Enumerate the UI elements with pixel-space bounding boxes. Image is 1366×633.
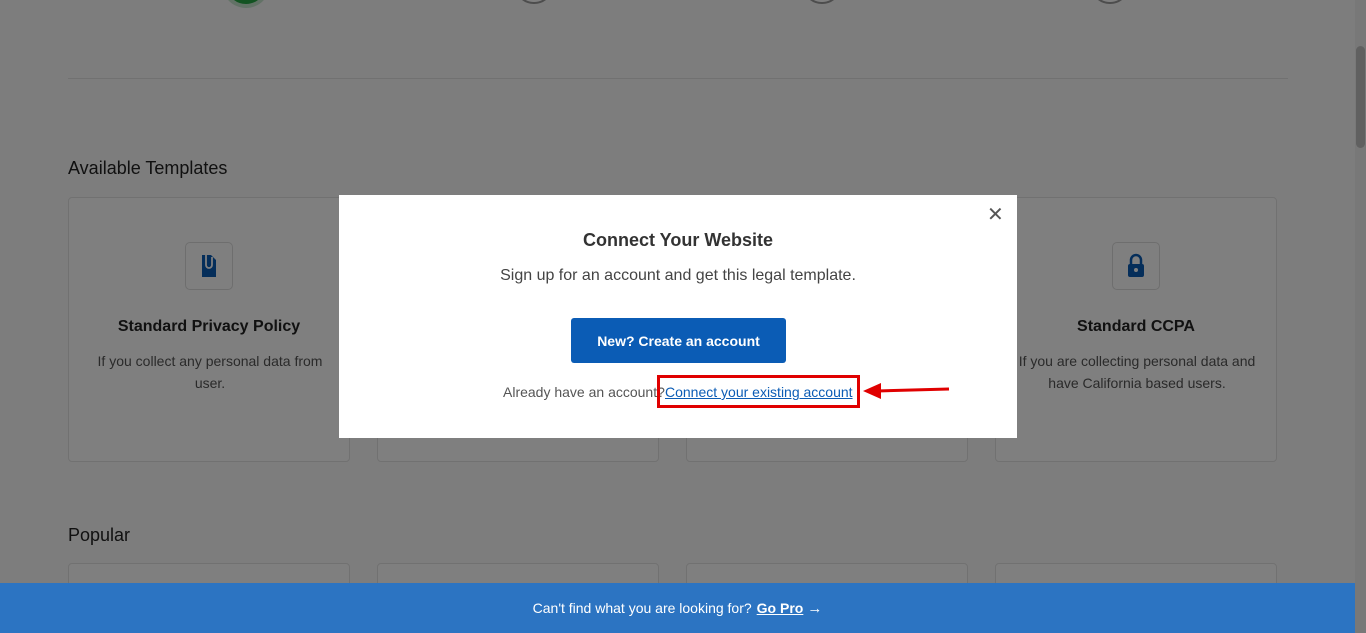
go-pro-banner: Can't find what you are looking for? Go … [0,583,1355,633]
create-account-button[interactable]: New? Create an account [571,318,786,363]
arrow-right-icon: → [807,599,823,617]
modal-subtitle: Sign up for an account and get this lega… [500,267,856,284]
go-pro-link[interactable]: Go Pro [757,600,804,616]
close-icon[interactable]: ✕ [987,205,1004,225]
connect-website-modal: ✕ Connect Your Website Sign up for an ac… [339,195,1017,438]
already-have-account-text: Already have an account? [503,384,665,400]
modal-title: Connect Your Website [582,230,774,250]
connect-existing-account-link[interactable]: Connect your existing account [665,384,853,400]
annotation-arrow-icon [863,383,950,399]
banner-text: Can't find what you are looking for? [532,600,752,616]
